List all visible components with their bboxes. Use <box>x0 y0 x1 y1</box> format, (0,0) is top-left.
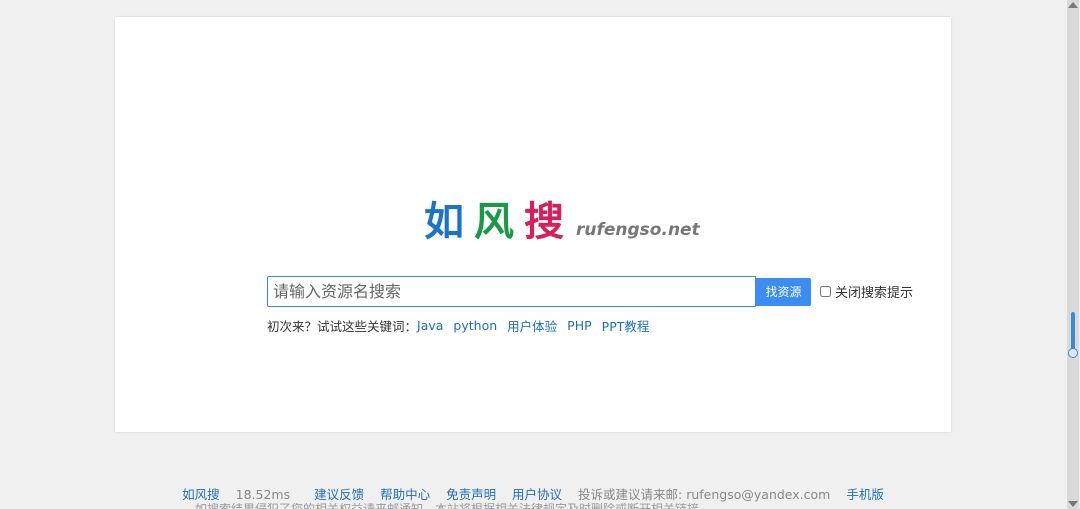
search-bar: 找资源 关闭搜索提示 <box>267 276 913 307</box>
keyword-link-ppt[interactable]: PPT教程 <box>602 316 650 335</box>
footer-timing: 18.52ms <box>235 487 291 502</box>
keyword-link-python[interactable]: python <box>453 318 497 333</box>
footer-contact: 投诉或建议请来邮: rufengso@yandex.com <box>578 487 831 502</box>
keyword-link-php[interactable]: PHP <box>567 318 591 333</box>
footer-site-link[interactable]: 如风搜 <box>182 487 220 502</box>
footer-agreement-link[interactable]: 用户协议 <box>512 487 562 502</box>
logo-domain: rufengso.net <box>576 220 700 240</box>
search-hint-toggle[interactable]: 关闭搜索提示 <box>820 282 913 301</box>
keyword-link-java[interactable]: Java <box>417 318 443 333</box>
logo-char-2: 风 <box>474 199 514 245</box>
footer-mobile-link[interactable]: 手机版 <box>846 487 884 502</box>
footer: 如风搜 18.52ms 建议反馈 帮助中心 免责声明 用户协议 投诉或建议请来邮… <box>0 484 1066 503</box>
search-hint-checkbox[interactable] <box>820 286 831 297</box>
footer-feedback-link[interactable]: 建议反馈 <box>314 487 364 502</box>
suggest-prompt: 初次来？试试这些关键词： <box>267 319 418 334</box>
search-input[interactable] <box>267 276 756 307</box>
search-hint-label: 关闭搜索提示 <box>835 286 914 301</box>
page: 如 风 搜 rufengso.net 找资源 关闭搜索提示 初次来？试试这些关键… <box>0 0 1080 509</box>
search-button[interactable]: 找资源 <box>756 277 811 306</box>
footer-disclaimer-link[interactable]: 免责声明 <box>446 487 496 502</box>
site-logo[interactable]: 如 风 搜 rufengso.net <box>424 196 700 248</box>
page-scrollbar[interactable] <box>1066 0 1080 509</box>
footer-help-link[interactable]: 帮助中心 <box>380 487 430 502</box>
logo-char-3: 搜 <box>524 199 564 245</box>
logo-char-1: 如 <box>424 199 464 245</box>
footer-disclaimer-text: 如搜索结果侵犯了您的相关权益请来邮通知，本站将根据相关法律规定及时删除或断开相关… <box>195 503 895 509</box>
scroll-up-arrow-icon[interactable] <box>1068 2 1078 8</box>
scroll-down-arrow-icon[interactable] <box>1068 501 1078 507</box>
keyword-suggestions: 初次来？试试这些关键词： Java python 用户体验 PHP PPT教程 <box>267 316 649 335</box>
scroll-slider-knob[interactable] <box>1068 348 1078 358</box>
scrollbar-track[interactable] <box>1067 0 1079 509</box>
keyword-link-ux[interactable]: 用户体验 <box>507 316 557 335</box>
